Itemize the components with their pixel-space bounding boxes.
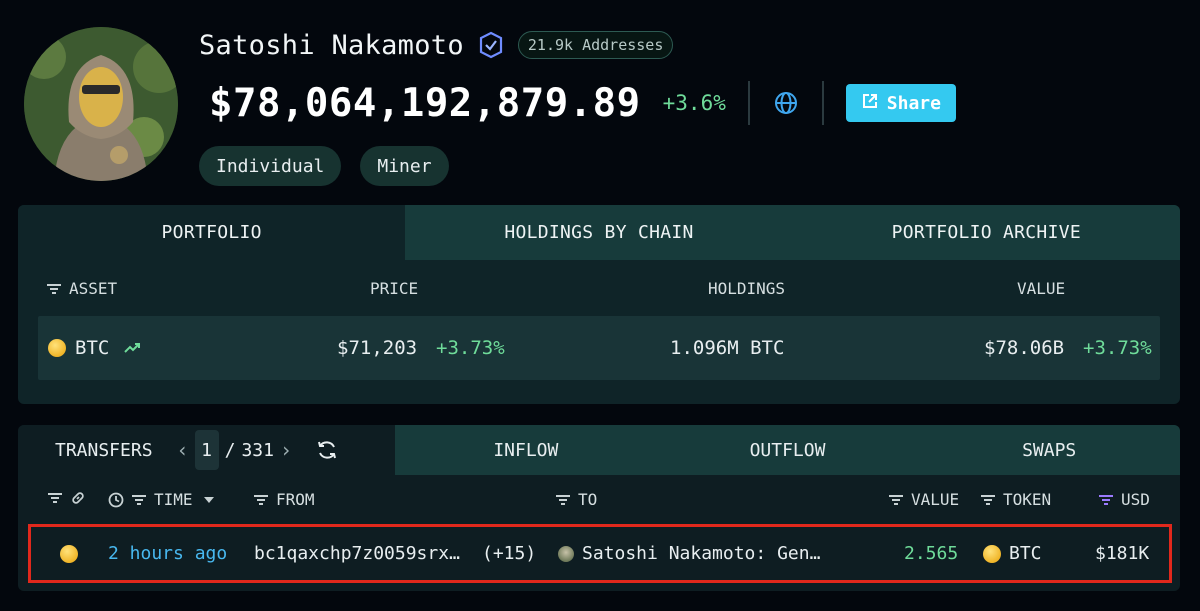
tab-portfolio[interactable]: PORTFOLIO — [18, 205, 406, 260]
col-asset[interactable]: ASSET — [46, 279, 117, 298]
profile-avatar — [24, 27, 178, 181]
filter-icon — [131, 493, 147, 507]
addresses-badge[interactable]: 21.9k Addresses — [517, 31, 674, 59]
col-to-label: TO — [578, 490, 598, 509]
col-value[interactable]: VALUE — [1017, 279, 1065, 298]
asset-holdings: 1.096M BTC — [670, 337, 785, 359]
col-value-label: VALUE — [911, 490, 960, 509]
filter-icon — [980, 493, 996, 507]
tx-from-extra[interactable]: (+15) — [482, 527, 536, 580]
transfers-title: TRANSFERS — [55, 439, 153, 461]
page-total: 331 — [241, 439, 274, 461]
tx-time[interactable]: 2 hours ago — [108, 527, 227, 580]
filter-icon — [46, 282, 62, 296]
asset-value-change: +3.73% — [1083, 337, 1152, 359]
profile-name: Satoshi Nakamoto — [199, 29, 464, 61]
tx-to[interactable]: Satoshi Nakamoto: Gen… — [582, 543, 820, 564]
btc-coin-icon — [60, 544, 78, 563]
filter-icon — [1098, 493, 1114, 507]
tab-outflow[interactable]: OUTFLOW — [656, 425, 919, 475]
clock-icon — [108, 492, 124, 508]
col-from[interactable]: FROM — [253, 490, 315, 509]
portfolio-panel: PORTFOLIO HOLDINGS BY CHAIN PORTFOLIO AR… — [18, 205, 1180, 404]
col-value[interactable]: VALUE — [888, 490, 959, 509]
col-type-filter[interactable] — [47, 490, 86, 506]
page-separator: / — [224, 439, 236, 461]
chevron-left-icon[interactable]: ‹ — [177, 438, 189, 462]
col-token[interactable]: TOKEN — [980, 490, 1051, 509]
filter-icon — [47, 491, 63, 505]
chevron-right-icon[interactable]: › — [280, 438, 292, 462]
tab-inflow[interactable]: INFLOW — [395, 425, 657, 475]
tx-token[interactable]: BTC — [1009, 543, 1042, 564]
pagination: ‹ 1 / 331 › — [177, 430, 292, 470]
transfers-panel: TRANSFERS ‹ 1 / 331 › INFLOW OUTFLOW SWA… — [18, 425, 1180, 591]
portfolio-tabs: PORTFOLIO HOLDINGS BY CHAIN PORTFOLIO AR… — [18, 205, 1180, 260]
divider — [821, 81, 824, 125]
tag-list: Individual Miner — [199, 146, 449, 186]
col-usd-label: USD — [1121, 490, 1150, 509]
col-to[interactable]: TO — [555, 490, 597, 509]
total-change: +3.6% — [662, 91, 726, 115]
refresh-icon[interactable] — [316, 439, 338, 461]
tab-holdings-by-chain[interactable]: HOLDINGS BY CHAIN — [405, 205, 793, 260]
share-label: Share — [886, 92, 941, 114]
col-price[interactable]: PRICE — [370, 279, 418, 298]
table-row[interactable]: BTC $71,203 +3.73% 1.096M BTC $78.06B +3… — [38, 316, 1160, 380]
filter-icon — [555, 493, 571, 507]
external-link-icon — [861, 92, 879, 115]
filter-icon — [253, 493, 269, 507]
tx-usd: $181K — [1095, 543, 1150, 564]
btc-coin-icon — [48, 339, 66, 357]
portfolio-column-header: ASSET PRICE HOLDINGS VALUE — [18, 260, 1180, 320]
total-value: $78,064,192,879.89 — [209, 80, 641, 126]
tab-swaps[interactable]: SWAPS — [918, 425, 1180, 475]
asset-symbol: BTC — [75, 337, 110, 359]
col-holdings[interactable]: HOLDINGS — [708, 279, 785, 298]
col-usd[interactable]: USD — [1098, 490, 1150, 509]
trend-up-icon — [124, 342, 141, 354]
transfers-column-header: TIME FROM TO VALUE TOKEN USD — [18, 475, 1180, 521]
col-time-label: TIME — [154, 490, 193, 509]
caret-down-icon — [203, 496, 214, 503]
divider — [747, 81, 750, 125]
filter-icon — [888, 493, 904, 507]
link-icon — [70, 490, 86, 506]
page-current[interactable]: 1 — [194, 430, 219, 470]
tag-miner[interactable]: Miner — [360, 146, 449, 186]
tx-value: 2.565 — [904, 543, 959, 564]
entity-avatar — [558, 545, 574, 562]
table-row[interactable]: 2 hours ago bc1qaxchp7z0059srx… (+15) Sa… — [28, 524, 1172, 583]
tab-portfolio-archive[interactable]: PORTFOLIO ARCHIVE — [792, 205, 1180, 260]
tag-individual[interactable]: Individual — [199, 146, 342, 186]
asset-price-change: +3.73% — [436, 337, 505, 359]
verified-badge-icon — [476, 30, 506, 60]
col-time[interactable]: TIME — [108, 490, 214, 509]
share-button[interactable]: Share — [845, 84, 956, 122]
col-asset-label: ASSET — [69, 279, 118, 298]
col-token-label: TOKEN — [1003, 490, 1052, 509]
btc-coin-icon — [983, 544, 1001, 563]
asset-price: $71,203 — [337, 337, 418, 359]
globe-icon[interactable] — [772, 89, 800, 117]
col-from-label: FROM — [276, 490, 315, 509]
asset-value: $78.06B — [984, 337, 1065, 359]
tx-from[interactable]: bc1qaxchp7z0059srx… — [254, 527, 460, 580]
